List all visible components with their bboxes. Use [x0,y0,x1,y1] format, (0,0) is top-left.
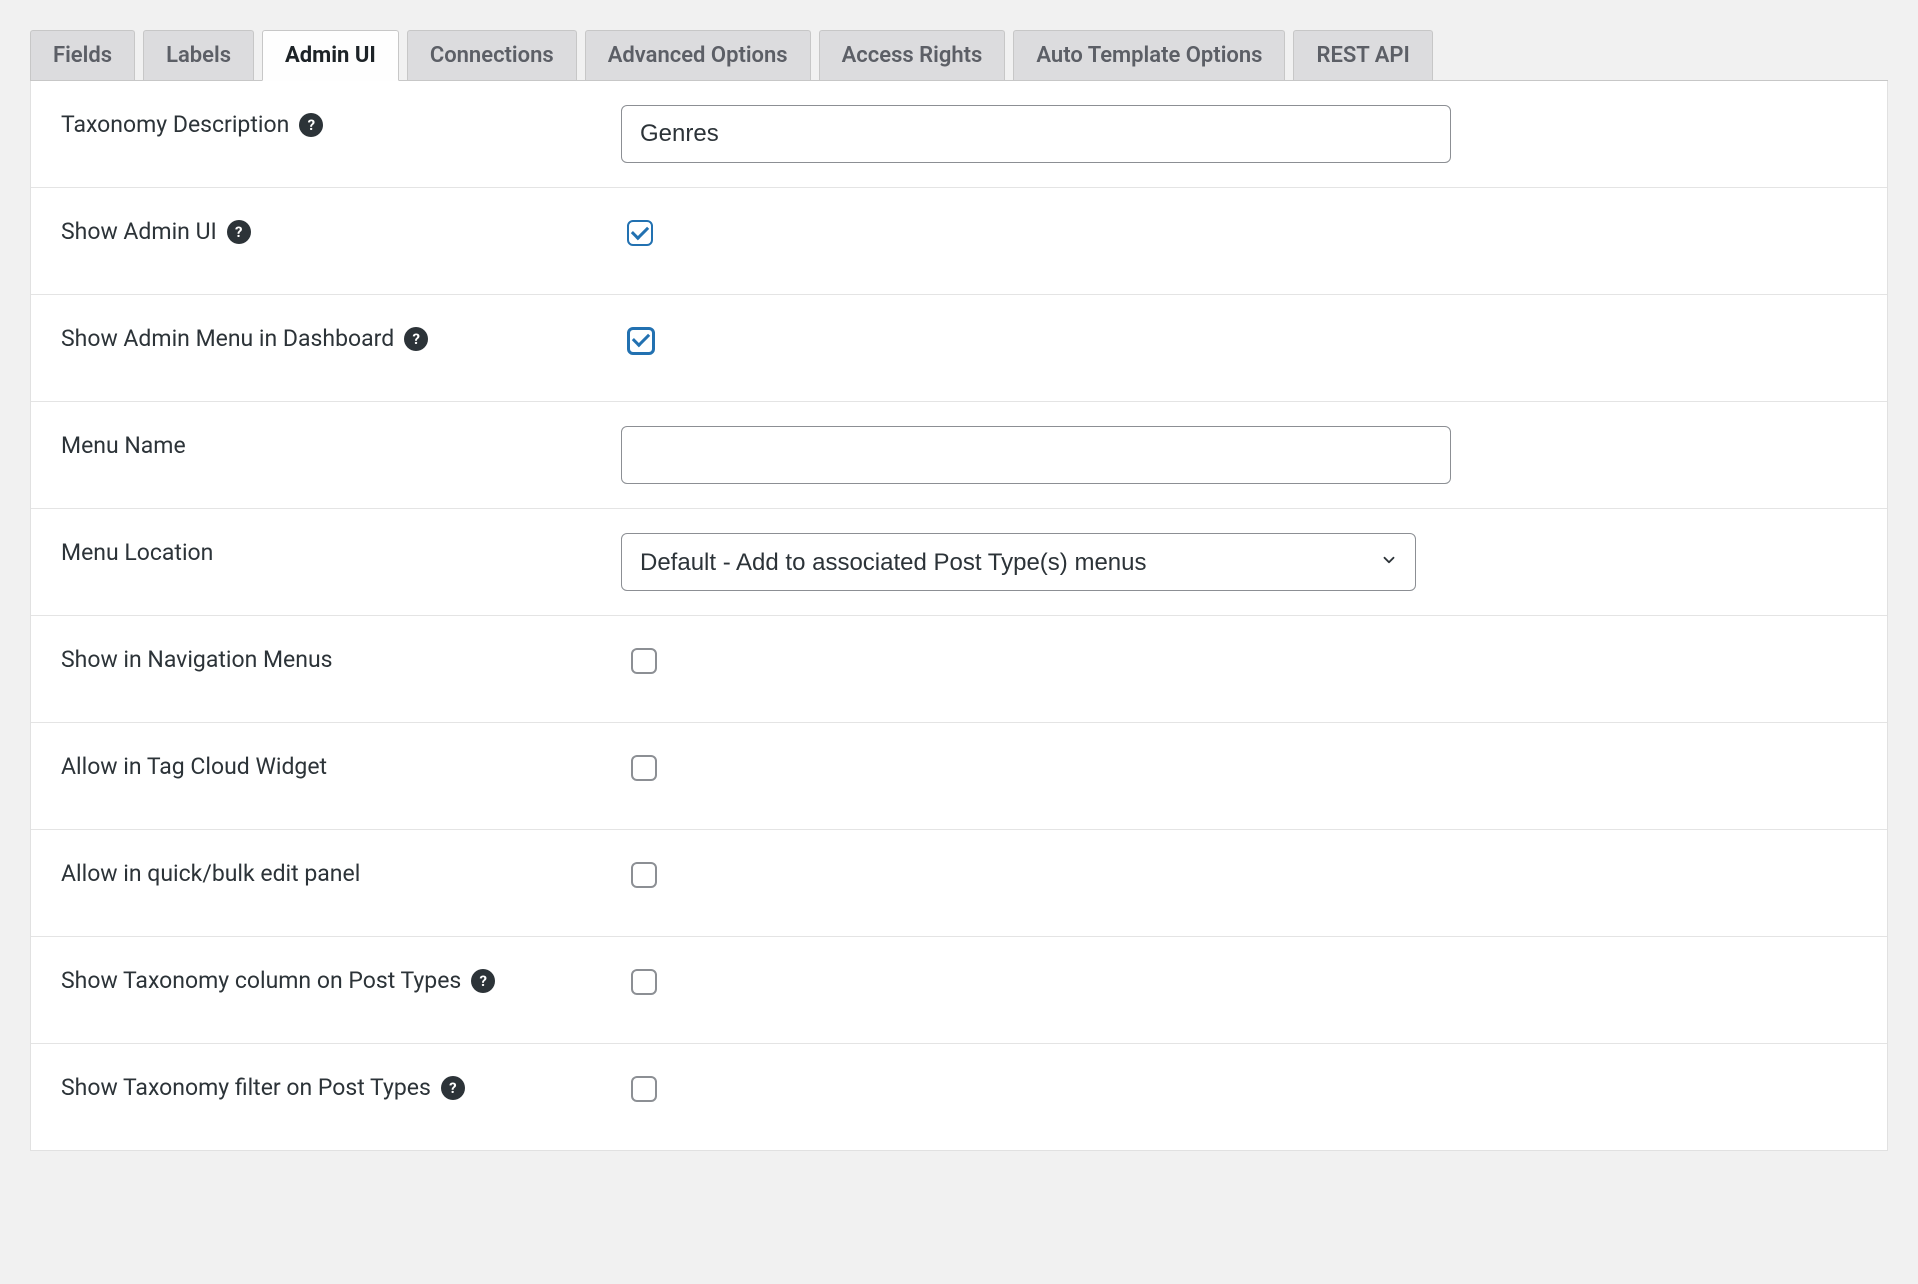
menu-location-select[interactable]: Default - Add to associated Post Type(s)… [621,533,1416,591]
control-show-nav-menus [621,640,1857,698]
label-text: Allow in Tag Cloud Widget [61,753,327,780]
checkbox-wrap [621,961,1451,1019]
tab-admin-ui[interactable]: Admin UI [262,30,399,81]
form-panel: Taxonomy Description ? Show Admin UI ? S… [30,81,1888,1151]
checkbox-wrap [621,854,1451,912]
tab-rest-api[interactable]: REST API [1293,30,1432,80]
checkbox-wrap [621,747,1451,805]
help-icon[interactable]: ? [299,113,323,137]
show-admin-ui-checkbox[interactable] [627,220,653,246]
control-allow-quick-bulk [621,854,1857,912]
row-allow-quick-bulk: Allow in quick/bulk edit panel [31,830,1887,937]
row-show-admin-menu-dashboard: Show Admin Menu in Dashboard ? [31,295,1887,402]
help-icon[interactable]: ? [227,220,251,244]
allow-tag-cloud-checkbox[interactable] [631,755,657,781]
checkbox-wrap [621,640,1451,698]
label-allow-tag-cloud: Allow in Tag Cloud Widget [61,747,601,780]
control-show-tax-column [621,961,1857,1019]
help-icon[interactable]: ? [404,327,428,351]
show-admin-menu-dashboard-checkbox[interactable] [627,327,655,355]
row-show-tax-filter: Show Taxonomy filter on Post Types ? [31,1044,1887,1150]
help-icon[interactable]: ? [471,969,495,993]
control-menu-name [621,426,1857,484]
label-text: Taxonomy Description [61,111,289,138]
control-show-admin-menu-dashboard [621,319,1857,377]
label-taxonomy-description: Taxonomy Description ? [61,105,601,138]
label-allow-quick-bulk: Allow in quick/bulk edit panel [61,854,601,887]
label-menu-location: Menu Location [61,533,601,566]
label-show-admin-menu-dashboard: Show Admin Menu in Dashboard ? [61,319,601,352]
tab-labels[interactable]: Labels [143,30,254,80]
label-show-tax-filter: Show Taxonomy filter on Post Types ? [61,1068,601,1101]
show-tax-filter-checkbox[interactable] [631,1076,657,1102]
show-nav-menus-checkbox[interactable] [631,648,657,674]
label-text: Show in Navigation Menus [61,646,333,673]
control-allow-tag-cloud [621,747,1857,805]
row-menu-name: Menu Name [31,402,1887,509]
row-show-tax-column: Show Taxonomy column on Post Types ? [31,937,1887,1044]
label-text: Show Taxonomy column on Post Types [61,967,461,994]
label-show-tax-column: Show Taxonomy column on Post Types ? [61,961,601,994]
control-taxonomy-description [621,105,1857,163]
tab-fields[interactable]: Fields [30,30,135,80]
label-text: Menu Location [61,539,213,566]
label-show-admin-ui: Show Admin UI ? [61,212,601,245]
select-wrap: Default - Add to associated Post Type(s)… [621,533,1416,591]
label-text: Menu Name [61,432,186,459]
row-taxonomy-description: Taxonomy Description ? [31,81,1887,188]
label-text: Show Admin UI [61,218,217,245]
label-text: Show Taxonomy filter on Post Types [61,1074,431,1101]
checkbox-wrap [621,319,1451,377]
taxonomy-description-input[interactable] [621,105,1451,163]
label-text: Allow in quick/bulk edit panel [61,860,360,887]
row-allow-tag-cloud: Allow in Tag Cloud Widget [31,723,1887,830]
control-menu-location: Default - Add to associated Post Type(s)… [621,533,1857,591]
label-menu-name: Menu Name [61,426,601,459]
row-show-nav-menus: Show in Navigation Menus [31,616,1887,723]
tab-auto-template-options[interactable]: Auto Template Options [1013,30,1285,80]
admin-ui-panel: Fields Labels Admin UI Connections Advan… [30,30,1888,1151]
row-show-admin-ui: Show Admin UI ? [31,188,1887,295]
tab-access-rights[interactable]: Access Rights [819,30,1006,80]
control-show-admin-ui [621,212,1857,270]
tab-connections[interactable]: Connections [407,30,577,80]
control-show-tax-filter [621,1068,1857,1126]
checkbox-wrap [621,212,1451,270]
tabs-container: Fields Labels Admin UI Connections Advan… [30,30,1888,81]
menu-name-input[interactable] [621,426,1451,484]
help-icon[interactable]: ? [441,1076,465,1100]
tab-advanced-options[interactable]: Advanced Options [585,30,811,80]
allow-quick-bulk-checkbox[interactable] [631,862,657,888]
row-menu-location: Menu Location Default - Add to associate… [31,509,1887,616]
show-tax-column-checkbox[interactable] [631,969,657,995]
checkbox-wrap [621,1068,1451,1126]
label-show-nav-menus: Show in Navigation Menus [61,640,601,673]
label-text: Show Admin Menu in Dashboard [61,325,394,352]
